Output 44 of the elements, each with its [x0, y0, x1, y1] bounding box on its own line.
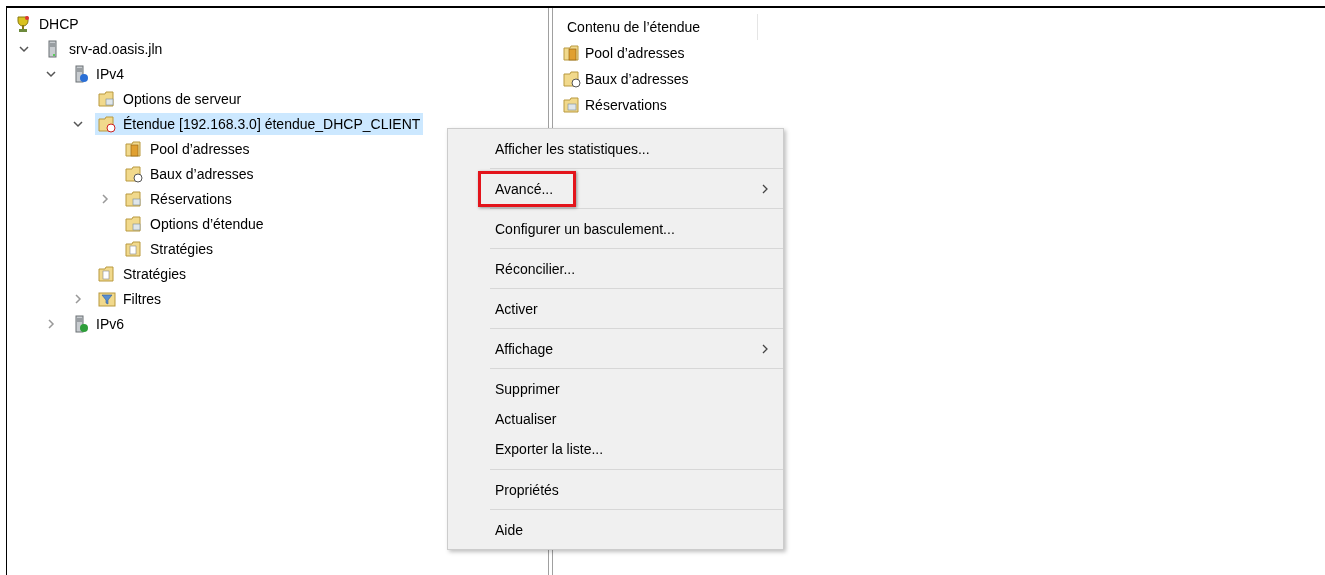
menu-item[interactable]: Afficher les statistiques...: [490, 134, 769, 163]
list-item[interactable]: Pool d’adresses: [563, 40, 1325, 66]
list-item[interactable]: Baux d’adresses: [563, 66, 1325, 92]
chevron-right-icon[interactable]: [99, 192, 111, 205]
folder-book-icon: [125, 139, 143, 158]
chevron-right-icon[interactable]: [72, 292, 84, 305]
menu-item[interactable]: Configurer un basculement...: [490, 214, 769, 243]
tree-item[interactable]: srv-ad.oasis.jln: [41, 37, 166, 60]
folder-clock-icon: [125, 164, 143, 183]
folder-alert-icon: [98, 114, 116, 133]
tree-item[interactable]: Options de serveur: [95, 87, 245, 110]
menu-item[interactable]: Aide: [490, 515, 769, 544]
tree-item[interactable]: Pool d’adresses: [122, 137, 253, 160]
menu-item[interactable]: Réconcilier...: [490, 254, 769, 283]
trophy-icon: [14, 14, 32, 33]
menu-item[interactable]: Avancé...: [490, 174, 761, 203]
folder-grid-icon: [563, 96, 581, 114]
column-header[interactable]: Contenu de l’étendue: [563, 14, 758, 40]
tree-item[interactable]: Réservations: [122, 187, 235, 210]
tree-item[interactable]: Baux d’adresses: [122, 162, 257, 185]
folder-page-icon: [125, 239, 143, 258]
folder-page-icon: [98, 264, 116, 283]
menu-item[interactable]: Affichage: [490, 334, 761, 363]
tree-item[interactable]: IPv6: [68, 312, 127, 335]
list-item[interactable]: Réservations: [563, 92, 1325, 118]
tree-item[interactable]: IPv4: [68, 62, 127, 85]
menu-item[interactable]: Propriétés: [490, 475, 769, 504]
menu-item[interactable]: Actualiser: [490, 404, 769, 434]
tree-item[interactable]: DHCP: [11, 12, 82, 35]
chevron-right-icon[interactable]: [45, 317, 57, 330]
tree-item[interactable]: Options d’étendue: [122, 212, 267, 235]
tree-item[interactable]: Stratégies: [122, 237, 217, 260]
folder-grid-icon: [125, 214, 143, 233]
folder-grid-icon: [125, 189, 143, 208]
menu-item[interactable]: Activer: [490, 294, 769, 323]
tree-item[interactable]: Stratégies: [95, 262, 190, 285]
folder-grid-icon: [98, 89, 116, 108]
tree-item[interactable]: Filtres: [95, 287, 165, 310]
tree-item[interactable]: Étendue [192.168.3.0] étendue_DHCP_CLIENT: [95, 112, 424, 135]
folder-clock-icon: [563, 70, 581, 88]
filter-icon: [98, 289, 116, 308]
folder-book-icon: [563, 44, 581, 62]
menu-item[interactable]: Supprimer: [490, 374, 769, 404]
menu-item[interactable]: Exporter la liste...: [490, 434, 769, 464]
